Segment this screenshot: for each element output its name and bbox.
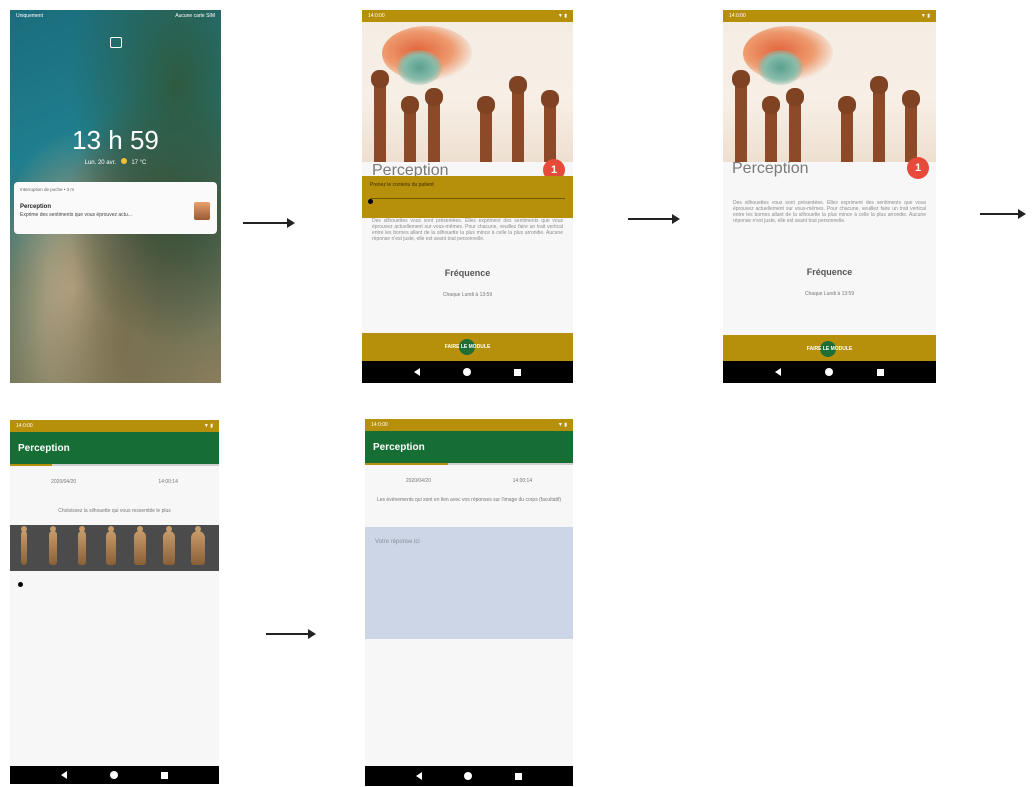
frequency-title: Fréquence xyxy=(806,267,853,277)
frequency-value: Chaque Lundi à 13:59 xyxy=(804,291,855,297)
status-time: 14:0:00 xyxy=(729,13,746,19)
silhouette-figure xyxy=(77,526,87,565)
progress-bar xyxy=(10,464,219,466)
entry-date: 2020/04/20 xyxy=(51,479,77,485)
notification-title: Perception xyxy=(20,204,52,210)
progress-fill xyxy=(365,463,449,465)
frequency-title: Fréquence xyxy=(444,268,491,278)
start-module-button[interactable]: FAIRE LE MODULE xyxy=(362,333,573,361)
answer-textarea[interactable]: Votre réponse ici xyxy=(365,527,573,639)
overlay-panel[interactable]: Prenez le contenu du patient xyxy=(362,176,573,218)
overlay-slider-dot[interactable] xyxy=(368,199,373,204)
silhouette-figure xyxy=(191,526,205,565)
notification-thumbnail xyxy=(194,202,210,220)
study-intro-screen: 14:0:00 ▼ ▮ Perception 1 Des silhouettes… xyxy=(723,10,936,383)
lockscreen: Uniquement Aucune carte SIM 13 h 59 Lun.… xyxy=(10,10,221,383)
status-time: 14:0:00 xyxy=(368,13,385,19)
silhouette-figure xyxy=(162,526,176,565)
silhouette-screen: 14:0:00 ▼ ▮ Perception 2020/04/20 14:00:… xyxy=(10,420,219,784)
recent-apps-icon[interactable] xyxy=(160,771,168,779)
arrow-2 xyxy=(628,214,680,224)
status-bar: 14:0:00 ▼ ▮ xyxy=(362,10,573,22)
module-title: Perception xyxy=(732,160,809,177)
description: Des silhouettes vous sont présentées. El… xyxy=(372,218,563,242)
back-icon[interactable] xyxy=(775,368,781,376)
arrow-3 xyxy=(980,209,1026,219)
nav-bar xyxy=(10,766,219,784)
entry-time: 14:00:14 xyxy=(158,479,178,485)
silhouette-slider-dot[interactable] xyxy=(18,582,23,587)
home-icon[interactable] xyxy=(825,368,833,376)
status-bar: Uniquement Aucune carte SIM xyxy=(10,10,221,22)
silhouette-figure xyxy=(106,526,116,565)
status-bar: 14:0:00 ▼ ▮ xyxy=(365,419,573,431)
silhouette-figure xyxy=(49,526,57,565)
start-module-label: FAIRE LE MODULE xyxy=(444,344,491,350)
status-left: Uniquement xyxy=(16,13,43,19)
status-bar: 14:0:00 ▼ ▮ xyxy=(723,10,936,22)
meta-row: 2020/04/20 14:00:14 xyxy=(10,479,219,485)
overlay-slider-line xyxy=(370,198,565,199)
back-icon[interactable] xyxy=(61,771,68,779)
frequency-value: Chaque Lundi à 13:59 xyxy=(442,292,493,298)
arrow-1 xyxy=(243,218,295,228)
status-time: 14:0:00 xyxy=(16,423,33,429)
nav-bar xyxy=(362,361,573,383)
home-icon[interactable] xyxy=(464,772,473,780)
home-icon[interactable] xyxy=(462,368,471,376)
silhouette-figure xyxy=(134,526,146,565)
notification-app: Interruption de poche • 3 m xyxy=(20,187,75,192)
description: Des silhouettes vous sont présentées. El… xyxy=(733,200,926,224)
notification-badge: 1 xyxy=(907,157,929,179)
lock-icon xyxy=(110,37,122,48)
hero-image xyxy=(362,22,573,162)
status-time: 14:0:00 xyxy=(371,422,388,428)
status-icons: ▼ ▮ xyxy=(557,422,567,428)
clock-time: 13 h 59 xyxy=(72,125,159,155)
status-bar: 14:0:00 ▼ ▮ xyxy=(10,420,219,432)
study-intro-overlay-screen: 14:0:00 ▼ ▮ Perception 1 Prenez le conte… xyxy=(362,10,573,383)
home-icon[interactable] xyxy=(109,771,118,779)
status-right: Aucune carte SIM xyxy=(175,13,215,19)
status-icons: ▼ ▮ xyxy=(557,13,567,19)
silhouette-figure xyxy=(21,526,27,565)
instruction-text: Choisissez la silhouette qui vous ressem… xyxy=(58,508,171,514)
notification-body: Exprime des sentiments que vous éprouvez… xyxy=(20,212,133,218)
back-icon[interactable] xyxy=(416,772,423,780)
app-bar-title: Perception xyxy=(365,431,573,463)
recent-apps-icon[interactable] xyxy=(877,368,884,376)
nav-bar xyxy=(365,766,573,786)
status-icons: ▼ ▮ xyxy=(203,423,213,429)
start-module-label: FAIRE LE MODULE xyxy=(806,346,853,352)
back-icon[interactable] xyxy=(413,368,420,376)
notification-card[interactable]: Interruption de poche • 3 m Perception E… xyxy=(14,182,217,234)
entry-time: 14:00:14 xyxy=(512,478,533,484)
text-answer-screen: 14:0:00 ▼ ▮ Perception 2020/04/20 14:00:… xyxy=(365,419,573,786)
progress-fill xyxy=(10,464,52,466)
nav-bar xyxy=(723,361,936,383)
recent-apps-icon[interactable] xyxy=(514,772,522,780)
recent-apps-icon[interactable] xyxy=(514,368,522,376)
arrow-4 xyxy=(266,629,316,639)
answer-placeholder: Votre réponse ici xyxy=(375,539,420,545)
entry-date: 2020/04/20 xyxy=(405,478,431,484)
progress-bar xyxy=(365,463,573,465)
sun-icon xyxy=(120,158,127,164)
instruction-text: Les événements qui sont en lien avec vos… xyxy=(376,497,562,503)
start-module-button[interactable]: FAIRE LE MODULE xyxy=(723,335,936,363)
silhouette-strip xyxy=(10,525,219,571)
lock-weather: 17 °C xyxy=(131,160,147,166)
status-icons: ▼ ▮ xyxy=(920,13,930,19)
hero-image xyxy=(723,22,936,162)
lock-date: Lun. 20 avr. xyxy=(84,160,116,166)
meta-row: 2020/04/20 14:00:14 xyxy=(365,478,573,484)
date-row: Lun. 20 avr. 17 °C xyxy=(10,158,221,166)
overlay-text: Prenez le contenu du patient xyxy=(370,182,434,188)
app-bar-title: Perception xyxy=(10,432,219,464)
